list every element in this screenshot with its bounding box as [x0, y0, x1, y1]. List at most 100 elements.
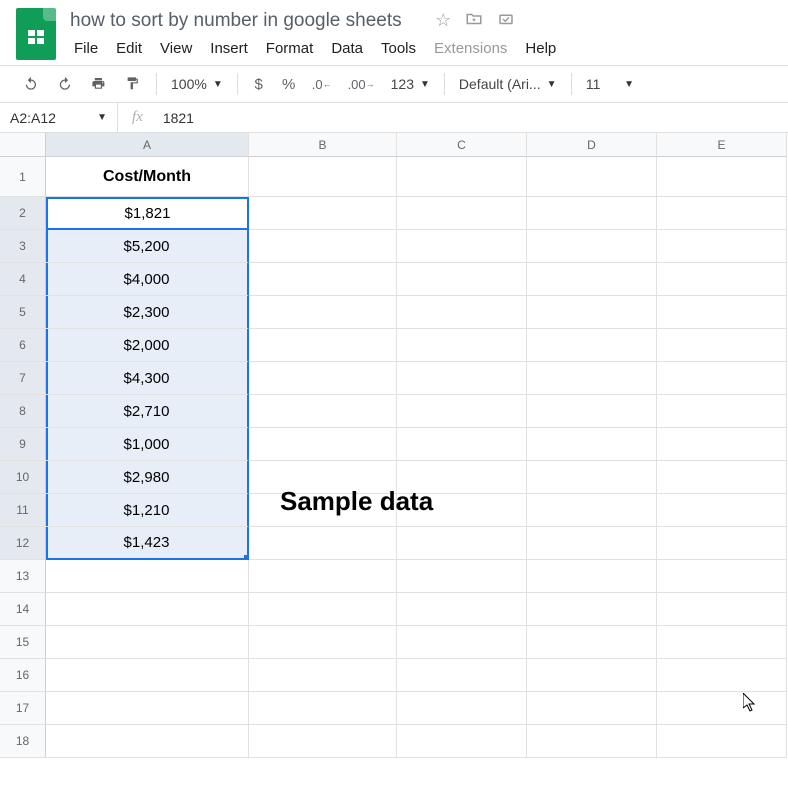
- row-header-13[interactable]: 13: [0, 560, 46, 593]
- col-header-e[interactable]: E: [657, 133, 787, 157]
- cell-a14[interactable]: [46, 593, 249, 626]
- redo-button[interactable]: [50, 70, 80, 98]
- menu-extensions[interactable]: Extensions: [426, 36, 515, 61]
- cell-a15[interactable]: [46, 626, 249, 659]
- zoom-selector[interactable]: 100%▼: [165, 72, 229, 96]
- cell-e6[interactable]: [657, 329, 787, 362]
- cell-d9[interactable]: [527, 428, 657, 461]
- cell-d12[interactable]: [527, 527, 657, 560]
- cell-b15[interactable]: [249, 626, 397, 659]
- font-selector[interactable]: Default (Ari...▼: [453, 72, 563, 96]
- cell-b18[interactable]: [249, 725, 397, 758]
- cell-a13[interactable]: [46, 560, 249, 593]
- cell-d6[interactable]: [527, 329, 657, 362]
- cell-a9[interactable]: $1,000: [46, 428, 249, 461]
- row-header-16[interactable]: 16: [0, 659, 46, 692]
- cell-a1[interactable]: Cost/Month: [46, 157, 249, 197]
- cell-e11[interactable]: [657, 494, 787, 527]
- move-to-folder-icon[interactable]: [465, 10, 483, 33]
- row-header-3[interactable]: 3: [0, 230, 46, 263]
- paint-format-button[interactable]: [118, 70, 148, 98]
- undo-button[interactable]: [16, 70, 46, 98]
- cell-e2[interactable]: [657, 197, 787, 230]
- cell-b17[interactable]: [249, 692, 397, 725]
- row-header-17[interactable]: 17: [0, 692, 46, 725]
- cell-c9[interactable]: [397, 428, 527, 461]
- cell-d8[interactable]: [527, 395, 657, 428]
- cell-e17[interactable]: [657, 692, 787, 725]
- cell-c11[interactable]: [397, 494, 527, 527]
- cell-c3[interactable]: [397, 230, 527, 263]
- cell-a11[interactable]: $1,210: [46, 494, 249, 527]
- row-header-15[interactable]: 15: [0, 626, 46, 659]
- menu-insert[interactable]: Insert: [202, 36, 256, 61]
- cell-d15[interactable]: [527, 626, 657, 659]
- col-header-b[interactable]: B: [249, 133, 397, 157]
- cell-b2[interactable]: [249, 197, 397, 230]
- cell-a6[interactable]: $2,000: [46, 329, 249, 362]
- row-header-18[interactable]: 18: [0, 725, 46, 758]
- format-percent-button[interactable]: %: [276, 70, 302, 98]
- cell-c7[interactable]: [397, 362, 527, 395]
- cell-e7[interactable]: [657, 362, 787, 395]
- cell-e8[interactable]: [657, 395, 787, 428]
- cell-d17[interactable]: [527, 692, 657, 725]
- cell-c10[interactable]: [397, 461, 527, 494]
- row-header-11[interactable]: 11: [0, 494, 46, 527]
- cell-e13[interactable]: [657, 560, 787, 593]
- cell-c18[interactable]: [397, 725, 527, 758]
- cell-d2[interactable]: [527, 197, 657, 230]
- star-icon[interactable]: ☆: [435, 10, 451, 33]
- cell-e14[interactable]: [657, 593, 787, 626]
- row-header-4[interactable]: 4: [0, 263, 46, 296]
- row-header-9[interactable]: 9: [0, 428, 46, 461]
- col-header-a[interactable]: A: [46, 133, 249, 157]
- cell-e10[interactable]: [657, 461, 787, 494]
- cell-d18[interactable]: [527, 725, 657, 758]
- select-all-corner[interactable]: [0, 133, 46, 157]
- cell-b6[interactable]: [249, 329, 397, 362]
- col-header-d[interactable]: D: [527, 133, 657, 157]
- menu-format[interactable]: Format: [258, 36, 322, 61]
- menu-help[interactable]: Help: [517, 36, 564, 61]
- cell-e3[interactable]: [657, 230, 787, 263]
- menu-view[interactable]: View: [152, 36, 200, 61]
- cell-a17[interactable]: [46, 692, 249, 725]
- cell-b8[interactable]: [249, 395, 397, 428]
- cell-c14[interactable]: [397, 593, 527, 626]
- cell-a3[interactable]: $5,200: [46, 230, 249, 263]
- cell-e1[interactable]: [657, 157, 787, 197]
- cell-e9[interactable]: [657, 428, 787, 461]
- cell-a5[interactable]: $2,300: [46, 296, 249, 329]
- menu-file[interactable]: File: [66, 36, 106, 61]
- cell-e12[interactable]: [657, 527, 787, 560]
- cell-b14[interactable]: [249, 593, 397, 626]
- cell-b11[interactable]: [249, 494, 397, 527]
- cell-b13[interactable]: [249, 560, 397, 593]
- google-sheets-icon[interactable]: [16, 8, 56, 60]
- row-header-8[interactable]: 8: [0, 395, 46, 428]
- row-header-5[interactable]: 5: [0, 296, 46, 329]
- cell-e4[interactable]: [657, 263, 787, 296]
- row-header-2[interactable]: 2: [0, 197, 46, 230]
- row-header-7[interactable]: 7: [0, 362, 46, 395]
- cell-c4[interactable]: [397, 263, 527, 296]
- cell-e15[interactable]: [657, 626, 787, 659]
- cell-c15[interactable]: [397, 626, 527, 659]
- cell-b1[interactable]: [249, 157, 397, 197]
- cell-a10[interactable]: $2,980: [46, 461, 249, 494]
- cell-a18[interactable]: [46, 725, 249, 758]
- more-formats-button[interactable]: 123▼: [385, 72, 436, 96]
- cell-c5[interactable]: [397, 296, 527, 329]
- cell-a8[interactable]: $2,710: [46, 395, 249, 428]
- cell-e5[interactable]: [657, 296, 787, 329]
- cell-c2[interactable]: [397, 197, 527, 230]
- increase-decimal-button[interactable]: .00→: [342, 70, 381, 98]
- cell-e16[interactable]: [657, 659, 787, 692]
- print-button[interactable]: [84, 70, 114, 98]
- cell-b12[interactable]: [249, 527, 397, 560]
- cell-c12[interactable]: [397, 527, 527, 560]
- menu-tools[interactable]: Tools: [373, 36, 424, 61]
- cell-c17[interactable]: [397, 692, 527, 725]
- document-title[interactable]: how to sort by number in google sheets: [66, 8, 406, 34]
